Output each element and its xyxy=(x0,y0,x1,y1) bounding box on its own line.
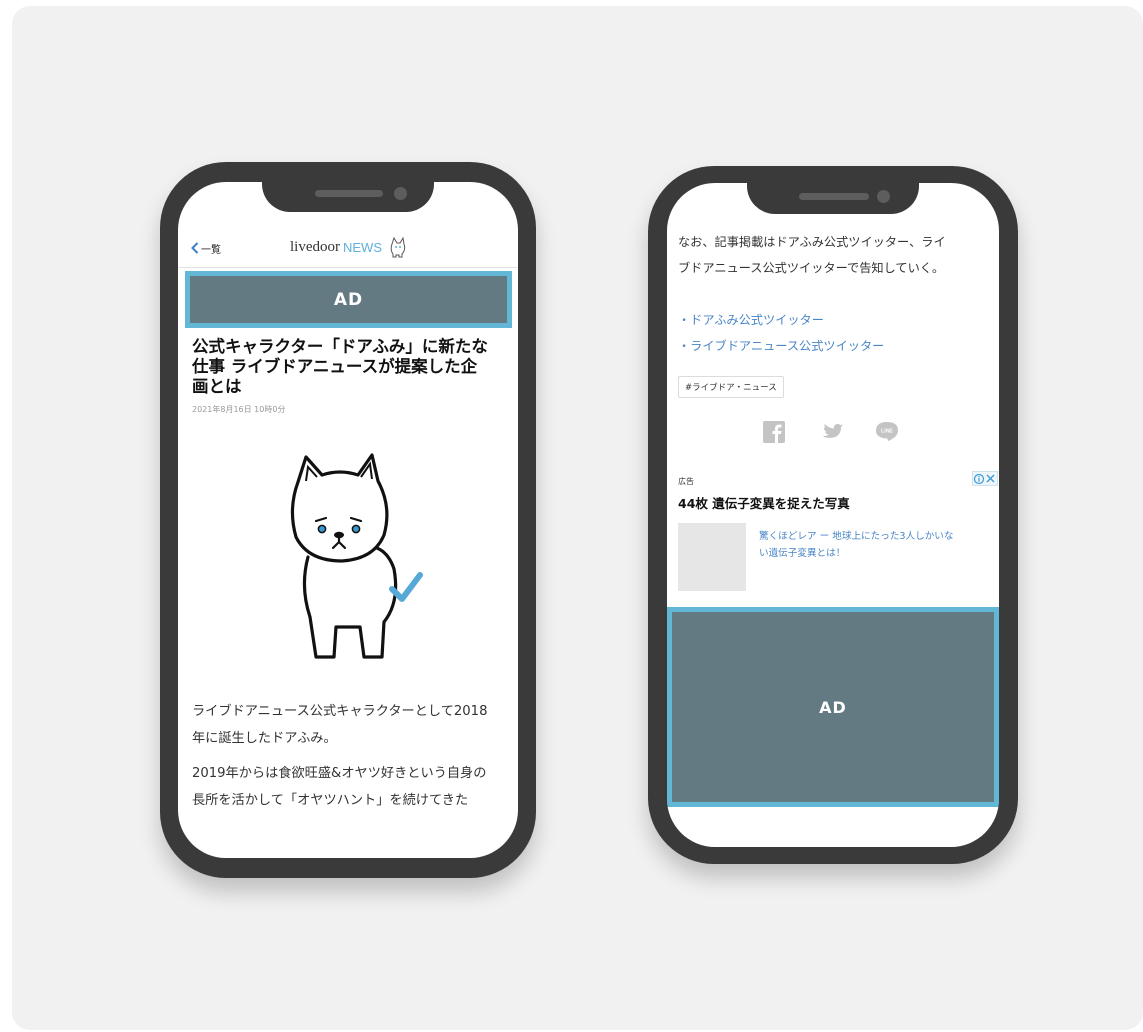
sponsored-title[interactable]: 44枚 遺伝子変異を捉えた写真 xyxy=(678,493,850,512)
notice-text: なお、記事掲載はドアふみ公式ツイッター、ライ ブドアニュース公式ツイッターで告知… xyxy=(678,229,996,281)
notice-line: なお、記事掲載はドアふみ公式ツイッター、ライ xyxy=(678,235,946,249)
notice-line: ブドアニュース公式ツイッターで告知していく。 xyxy=(678,261,945,275)
sponsored-label: 広告 xyxy=(678,477,694,486)
article-title-line: 公式キャラクター「ドアふみ」に新たな xyxy=(192,337,488,356)
article-paragraph-1: ライブドアニュース公式キャラクターとして2018 年に誕生したドアふみ。 xyxy=(192,698,514,752)
line-icon-text: LINE xyxy=(881,429,893,435)
article-title-line: 仕事 ライブドアニュースが提案した企 xyxy=(192,357,478,376)
bottom-ad-banner[interactable]: AD xyxy=(667,607,999,807)
logo-wordmark: livedoor xyxy=(290,238,340,255)
right-phone-speaker xyxy=(799,193,869,200)
article-paragraph-2: 2019年からは食欲旺盛&オヤツ好きという自身の 長所を活かして「オヤツハント」… xyxy=(192,760,514,814)
back-label: 一覧 xyxy=(201,244,221,256)
left-phone-camera xyxy=(394,187,407,200)
sponsored-text-line: い遺伝子変異とは！ xyxy=(759,548,846,559)
sponsored-text[interactable]: 驚くほどレア ー 地球上にたった3人しかいな い遺伝子変異とは！ xyxy=(759,528,999,562)
chevron-left-icon xyxy=(191,242,199,254)
close-icon xyxy=(986,474,995,483)
ad-label: AD xyxy=(333,289,364,310)
left-phone-frame: 一覧 livedoor NEWS AD 公式キャラクター「ドアふみ」に新たな 仕… xyxy=(160,162,536,878)
paragraph-line: 長所を活かして「オヤツハント」を続けてきた xyxy=(192,793,469,808)
logo-news: NEWS xyxy=(343,239,382,255)
line-icon: LINE xyxy=(876,422,898,441)
article-date: 2021年8月16日 10時0分 xyxy=(192,405,286,414)
article-title: 公式キャラクター「ドアふみ」に新たな 仕事 ライブドアニュースが提案した企 画と… xyxy=(192,337,512,397)
sponsored-thumbnail[interactable] xyxy=(678,523,746,591)
paragraph-line: 年に誕生したドアふみ。 xyxy=(192,731,337,746)
right-phone-camera xyxy=(877,190,890,203)
back-button[interactable]: 一覧 xyxy=(191,240,221,256)
doafumi-mascot-icon xyxy=(390,236,406,258)
facebook-icon xyxy=(763,421,785,443)
sponsored-text-line: 驚くほどレア ー 地球上にたった3人しかいな xyxy=(759,531,954,542)
nav-divider xyxy=(178,267,518,268)
article-title-line: 画とは xyxy=(192,377,242,396)
left-phone-screen: 一覧 livedoor NEWS AD 公式キャラクター「ドアふみ」に新たな 仕… xyxy=(178,182,518,858)
tag-chip[interactable]: #ライブドア・ニュース xyxy=(678,376,784,398)
paragraph-line: 2019年からは食欲旺盛&オヤツ好きという自身の xyxy=(192,766,487,781)
paragraph-line: ライブドアニュース公式キャラクターとして2018 xyxy=(192,704,488,719)
left-phone-notch xyxy=(262,182,434,212)
link-doafumi-twitter[interactable]: ・ドアふみ公式ツイッター xyxy=(678,310,824,328)
site-logo[interactable]: livedoor NEWS xyxy=(290,235,408,259)
doafumi-mascot-illustration xyxy=(290,453,423,659)
left-phone-speaker xyxy=(315,190,383,197)
link-livedoor-news-twitter[interactable]: ・ライブドアニュース公式ツイッター xyxy=(678,336,884,354)
share-line-button[interactable]: LINE xyxy=(875,421,899,443)
ad-label: AD xyxy=(819,697,847,717)
right-phone-frame: なお、記事掲載はドアふみ公式ツイッター、ライ ブドアニュース公式ツイッターで告知… xyxy=(648,166,1018,864)
twitter-icon xyxy=(822,423,844,438)
top-ad-banner[interactable]: AD xyxy=(185,271,512,328)
share-facebook-button[interactable] xyxy=(763,421,785,443)
info-icon xyxy=(973,473,985,484)
share-twitter-button[interactable] xyxy=(818,423,844,443)
ad-choices-badge[interactable] xyxy=(972,471,998,486)
right-phone-screen: なお、記事掲載はドアふみ公式ツイッター、ライ ブドアニュース公式ツイッターで告知… xyxy=(667,183,999,847)
